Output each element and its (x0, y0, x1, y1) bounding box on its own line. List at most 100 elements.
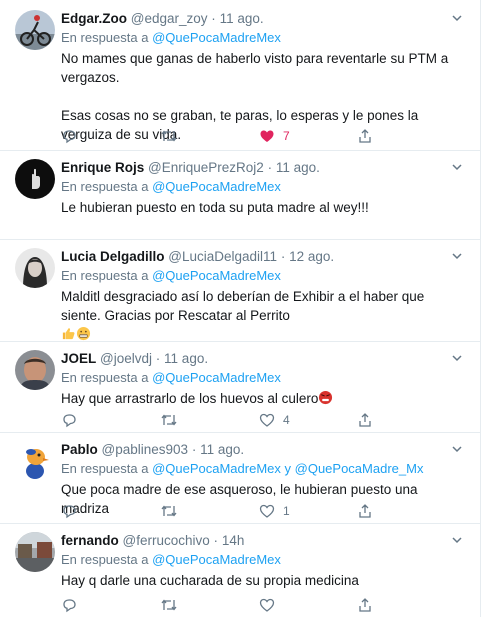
chevron-down-icon[interactable] (450, 249, 464, 263)
author-handle[interactable]: @joelvdj (100, 351, 152, 366)
author-handle[interactable]: @EnriquePrezRoj2 (148, 160, 264, 175)
reply-feed: Edgar.Zoo @edgar_zoy · 11 ago. En respue… (0, 0, 481, 617)
avatar[interactable] (15, 10, 55, 50)
retweet-icon (161, 130, 177, 142)
mention-link[interactable]: @QuePocaMadreMex (152, 179, 281, 194)
thumbs-up-emoji-icon (62, 328, 75, 340)
tweet[interactable]: Enrique Rojs @EnriquePrezRoj2 · 11 ago. … (0, 151, 480, 240)
mention-link[interactable]: @QuePocaMadreMex (152, 30, 281, 45)
heart-icon (259, 413, 275, 427)
reply-prefix: En respuesta a (61, 552, 149, 567)
avatar[interactable] (15, 159, 55, 199)
reply-prefix: En respuesta a (61, 30, 149, 45)
tweet-text-wrap: Malditl desgraciado así lo deberían de E… (61, 287, 462, 344)
share-button[interactable] (357, 127, 373, 145)
like-button[interactable] (259, 596, 283, 614)
tweet-time[interactable]: 11 ago. (164, 351, 208, 366)
tweet-time[interactable]: 11 ago. (200, 442, 244, 457)
author-handle[interactable]: @pablines903 (102, 442, 189, 457)
tweet-time[interactable]: 14h (222, 533, 245, 548)
tweet[interactable]: Lucia Delgadillo @LuciaDelgadil11 · 12 a… (0, 240, 480, 342)
retweet-button[interactable] (160, 411, 186, 429)
share-button[interactable] (357, 596, 373, 614)
tweet-text: Hay q darle una cucharada de su propia m… (61, 573, 359, 588)
tweet-text: Hay que arrastrarlo de los huevos al cul… (61, 391, 319, 406)
heart-icon (260, 130, 274, 142)
like-button[interactable]: 1 (259, 502, 290, 520)
tweet-time[interactable]: 12 ago. (289, 249, 334, 264)
reply-button[interactable] (61, 502, 85, 520)
tweet[interactable]: fernando @ferrucochivo · 14h En respuest… (0, 524, 480, 617)
chevron-down-icon[interactable] (450, 533, 464, 547)
mention-link[interactable]: @QuePocaMadreMex (152, 268, 281, 283)
angry-face-emoji-icon (319, 390, 333, 405)
author-name[interactable]: Enrique Rojs (61, 160, 144, 175)
reply-icon (63, 130, 76, 144)
author-handle[interactable]: @ferrucochivo (123, 533, 210, 548)
reply-context: En respuesta a @QuePocaMadreMex (61, 266, 462, 285)
reply-icon (63, 599, 76, 613)
reply-context: En respuesta a @QuePocaMadreMex (61, 177, 462, 196)
chevron-down-icon[interactable] (450, 442, 464, 456)
author-name[interactable]: JOEL (61, 351, 96, 366)
reply-button[interactable] (61, 411, 85, 429)
avatar[interactable] (15, 532, 55, 572)
avatar[interactable] (15, 248, 55, 288)
author-handle[interactable]: @LuciaDelgadil11 (168, 249, 277, 264)
grimacing-face-emoji-icon (76, 326, 91, 341)
like-button[interactable]: 4 (259, 411, 290, 429)
tweet-text: Le hubieran puesto en toda su puta madre… (61, 200, 369, 215)
tweet-time[interactable]: 11 ago. (276, 160, 320, 175)
heart-icon (259, 504, 275, 518)
reply-prefix: En respuesta a (61, 268, 149, 283)
reply-context: En respuesta a @QuePocaMadreMex (61, 550, 462, 569)
chevron-down-icon[interactable] (450, 351, 464, 365)
mention-link[interactable]: @QuePocaMadre_Mx (295, 461, 424, 476)
share-icon (359, 598, 371, 612)
chevron-down-icon[interactable] (450, 11, 464, 25)
reply-icon (63, 505, 76, 519)
retweet-button[interactable] (160, 502, 186, 520)
heart-icon (259, 598, 275, 612)
mention-link[interactable]: @QuePocaMadreMex (152, 461, 281, 476)
mention-link[interactable]: @QuePocaMadreMex (152, 552, 281, 567)
reply-prefix: En respuesta a (61, 179, 149, 194)
mention-link[interactable]: @QuePocaMadreMex (152, 370, 281, 385)
tweet[interactable]: Pablo @pablines903 · 11 ago. En respuest… (0, 433, 480, 524)
avatar[interactable] (15, 350, 55, 390)
retweet-icon (161, 505, 177, 517)
author-name[interactable]: Lucia Delgadillo (61, 249, 165, 264)
retweet-icon (161, 414, 177, 426)
tweet-text: Malditl desgraciado así lo deberían de E… (61, 289, 425, 323)
tweet-text-wrap: Hay que arrastrarlo de los huevos al cul… (61, 389, 462, 408)
retweet-button[interactable] (160, 596, 186, 614)
tweet-time[interactable]: 11 ago. (220, 11, 264, 26)
like-count: 1 (283, 504, 290, 518)
share-icon (359, 413, 371, 427)
reply-icon (63, 414, 76, 428)
share-icon (359, 129, 371, 143)
author-name[interactable]: Edgar.Zoo (61, 11, 127, 26)
reply-prefix: En respuesta a (61, 370, 149, 385)
like-count: 4 (283, 413, 290, 427)
retweet-icon (161, 599, 177, 611)
like-count: 7 (283, 129, 290, 143)
chevron-down-icon[interactable] (450, 160, 464, 174)
mention-join: y (284, 461, 292, 476)
reply-context: En respuesta a @QuePocaMadreMex (61, 28, 462, 47)
reply-button[interactable] (61, 596, 85, 614)
share-button[interactable] (357, 502, 373, 520)
share-icon (359, 504, 371, 518)
tweet[interactable]: JOEL @joelvdj · 11 ago. En respuesta a @… (0, 342, 480, 433)
reply-context: En respuesta a @QuePocaMadreMex (61, 368, 462, 387)
retweet-button[interactable] (160, 127, 186, 145)
author-name[interactable]: fernando (61, 533, 119, 548)
author-handle[interactable]: @edgar_zoy (131, 11, 208, 26)
tweet[interactable]: Edgar.Zoo @edgar_zoy · 11 ago. En respue… (0, 0, 480, 151)
like-button[interactable]: 7 (259, 127, 290, 145)
reply-prefix: En respuesta a (61, 461, 149, 476)
author-name[interactable]: Pablo (61, 442, 98, 457)
reply-button[interactable] (61, 127, 85, 145)
avatar[interactable] (15, 441, 55, 481)
share-button[interactable] (357, 411, 373, 429)
